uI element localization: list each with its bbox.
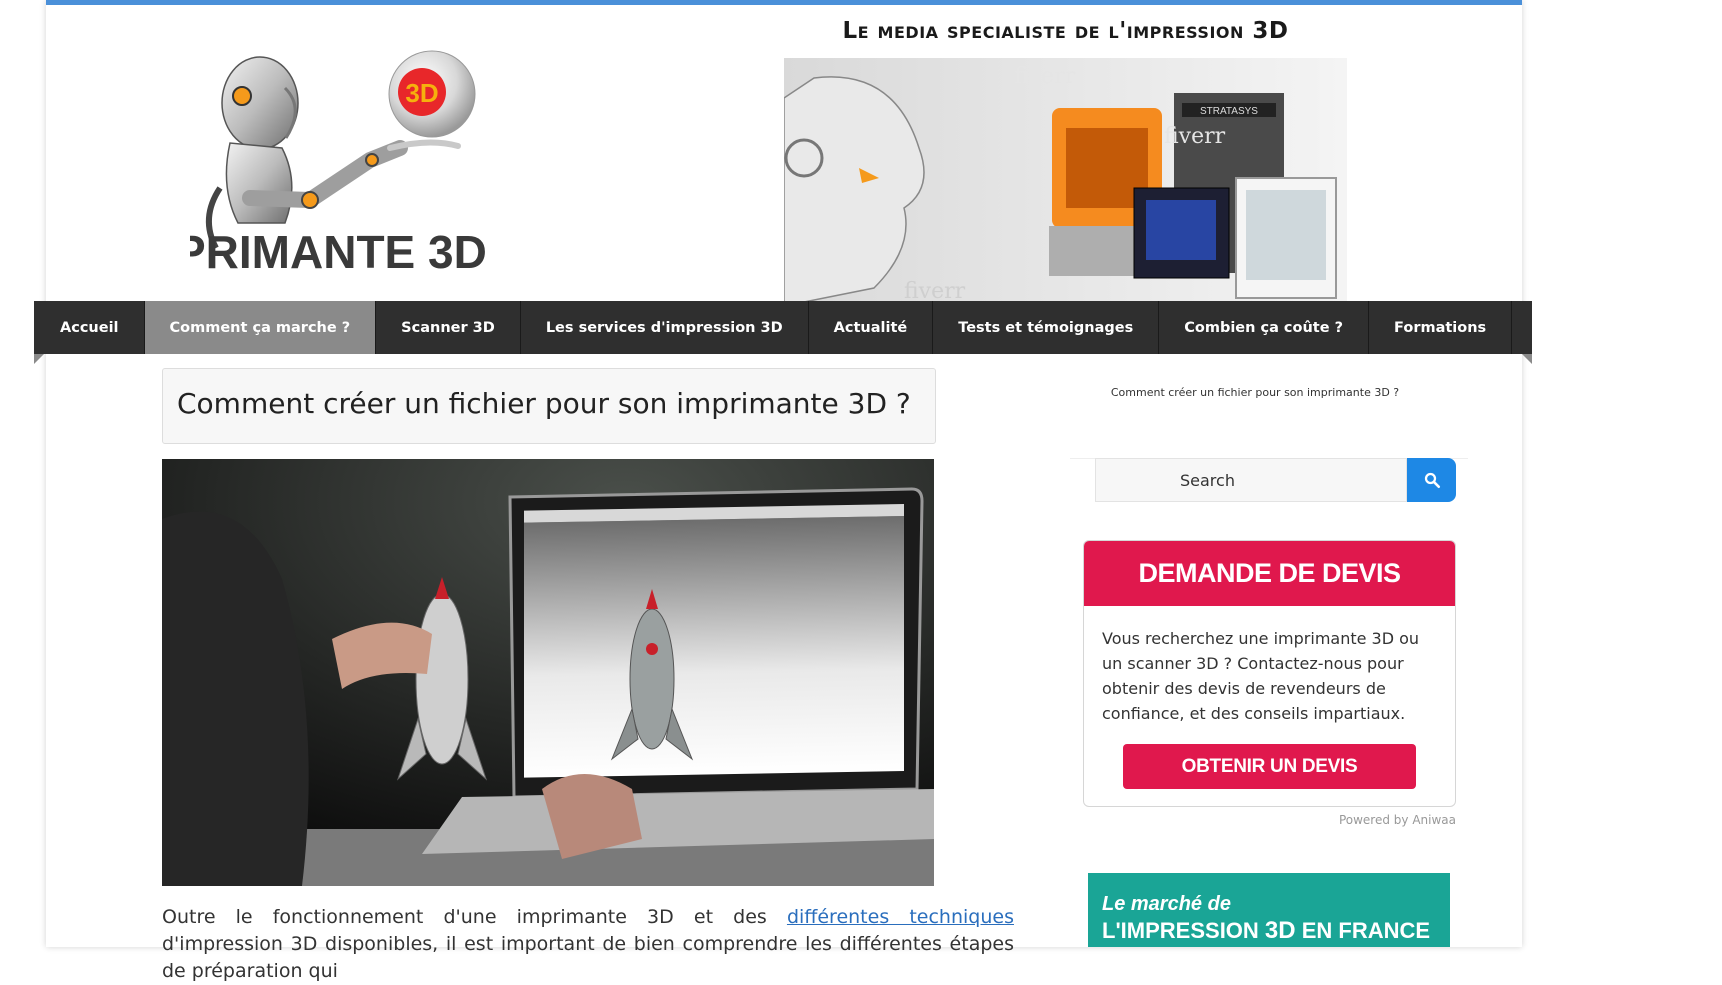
powered-by-link[interactable]: Powered by Aniwaa — [1300, 813, 1456, 827]
article-title-box: Comment créer un fichier pour son imprim… — [162, 368, 936, 444]
nav-item-services-impression[interactable]: Les services d'impression 3D — [521, 301, 809, 354]
article-intro-text-cont: d'impression 3D disponibles, il est impo… — [162, 933, 1014, 982]
robot-logo-icon: 3D PRIMANTE 3D — [175, 50, 487, 278]
nav-item-scanner-3d[interactable]: Scanner 3D — [376, 301, 521, 354]
nav-item-formations[interactable]: Formations — [1369, 301, 1513, 354]
market-report-ad[interactable]: Le marché de L'IMPRESSION 3D EN FRANCE — [1088, 873, 1450, 947]
article-intro-text: Outre le fonctionnement d'une imprimante… — [162, 906, 787, 928]
top-accent-bar — [46, 0, 1522, 5]
nav-item-combien-ca-coute[interactable]: Combien ça coûte ? — [1159, 301, 1370, 354]
search-widget — [1095, 458, 1456, 502]
nav-item-comment-ca-marche[interactable]: Comment ça marche ? — [144, 301, 377, 354]
search-icon — [1424, 472, 1440, 489]
banner-title: Le media specialiste de l'impression 3D — [842, 18, 1289, 44]
quote-request-widget: DEMANDE DE DEVIS Vous recherchez une imp… — [1083, 540, 1456, 807]
search-input[interactable] — [1095, 458, 1407, 502]
nav-corner-right — [1522, 354, 1532, 364]
svg-text:fiverr: fiverr — [1164, 124, 1226, 149]
svg-text:fiverr: fiverr — [1014, 64, 1076, 89]
search-button[interactable] — [1407, 458, 1456, 502]
nav-item-accueil[interactable]: Accueil — [34, 301, 145, 354]
header-banner[interactable]: Le media specialiste de l'impression 3D … — [784, 18, 1347, 306]
banner-printers-image: STRATASYS fiverr fiverr fiverr — [784, 58, 1347, 306]
ad-line-2-a: L'IMPRESSION — [1102, 918, 1265, 943]
site-logo[interactable]: 3D PRIMANTE 3D — [175, 48, 520, 300]
nav-corner-left — [34, 354, 44, 364]
page-title: Comment créer un fichier pour son imprim… — [177, 387, 911, 420]
svg-text:PRIMANTE 3D: PRIMANTE 3D — [190, 226, 487, 278]
nav-item-tests-temoignages[interactable]: Tests et témoignages — [933, 301, 1160, 354]
nav-item-actualite[interactable]: Actualité — [809, 301, 934, 354]
techniques-link[interactable]: différentes techniques — [787, 906, 1014, 928]
main-nav: Accueil Comment ça marche ? Scanner 3D L… — [34, 301, 1532, 354]
ad-line-2: L'IMPRESSION 3D EN FRANCE — [1102, 917, 1430, 945]
svg-text:STRATASYS: STRATASYS — [1200, 106, 1258, 117]
article-intro: Outre le fonctionnement d'une imprimante… — [162, 904, 1014, 985]
quote-description: Vous recherchez une imprimante 3D ou un … — [1102, 629, 1420, 723]
article-hero-image — [162, 459, 934, 886]
get-quote-button[interactable]: OBTENIR UN DEVIS — [1123, 744, 1416, 789]
quote-heading: DEMANDE DE DEVIS — [1084, 541, 1455, 606]
ad-line-2-3d: 3D — [1264, 917, 1296, 944]
ad-line-1: Le marché de — [1102, 893, 1231, 915]
ad-line-2-c: EN FRANCE — [1295, 918, 1431, 943]
breadcrumb[interactable]: Comment créer un fichier pour son imprim… — [1070, 386, 1440, 399]
svg-text:3D: 3D — [405, 78, 438, 108]
